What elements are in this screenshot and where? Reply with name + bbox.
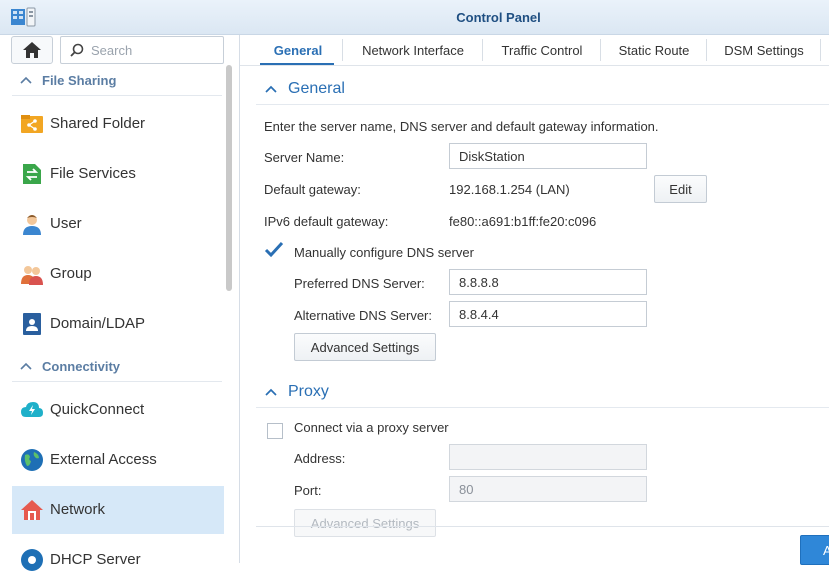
section-file-sharing[interactable]: File Sharing bbox=[12, 65, 222, 96]
sidebar-item-domain-ldap[interactable]: Domain/LDAP bbox=[12, 300, 224, 348]
alternative-dns-field[interactable] bbox=[449, 301, 647, 327]
search-input[interactable] bbox=[91, 41, 216, 59]
sidebar-item-external-access[interactable]: External Access bbox=[12, 436, 224, 484]
sidebar-scrollbar[interactable] bbox=[226, 65, 232, 291]
proxy-advanced-settings-button[interactable]: Advanced Settings bbox=[294, 509, 436, 537]
tab-bar: General Network Interface Traffic Contro… bbox=[240, 35, 829, 66]
home-button[interactable] bbox=[11, 36, 53, 64]
tab-static-route[interactable]: Static Route bbox=[602, 35, 706, 65]
chevron-up-icon bbox=[265, 85, 277, 93]
manual-dns-checkbox[interactable] bbox=[264, 241, 284, 259]
tab-divider bbox=[820, 39, 821, 61]
footer-divider bbox=[256, 526, 829, 527]
sidebar-item-shared-folder[interactable]: Shared Folder bbox=[12, 100, 224, 148]
sidebar-item-label: External Access bbox=[50, 451, 157, 468]
alternative-dns-label: Alternative DNS Server: bbox=[294, 308, 432, 323]
general-section-header[interactable]: General bbox=[256, 72, 829, 105]
default-gateway-value: 192.168.1.254 (LAN) bbox=[449, 182, 570, 197]
sidebar-item-user[interactable]: User bbox=[12, 200, 224, 248]
server-name-label: Server Name: bbox=[264, 150, 345, 165]
window-title: Control Panel bbox=[456, 10, 541, 25]
chevron-up-icon bbox=[20, 76, 32, 84]
preferred-dns-label: Preferred DNS Server: bbox=[294, 276, 425, 291]
tab-divider bbox=[600, 39, 601, 61]
ipv6-gateway-value: fe80::a691:b1ff:fe20:c096 bbox=[449, 214, 597, 229]
section-title: General bbox=[288, 80, 345, 97]
sidebar-item-network[interactable]: Network bbox=[12, 486, 224, 534]
proxy-address-label: Address: bbox=[294, 451, 346, 466]
proxy-address-field[interactable] bbox=[449, 444, 647, 470]
edit-gateway-button[interactable]: Edit bbox=[654, 175, 707, 203]
active-tab-indicator bbox=[260, 63, 334, 65]
tab-divider bbox=[482, 39, 483, 61]
tab-dsm-settings[interactable]: DSM Settings bbox=[708, 35, 820, 65]
tab-divider bbox=[342, 39, 343, 61]
tab-divider bbox=[706, 39, 707, 61]
chevron-up-icon bbox=[20, 362, 32, 370]
tab-general[interactable]: General bbox=[256, 35, 340, 65]
sidebar-item-file-services[interactable]: File Services bbox=[12, 150, 224, 198]
proxy-port-label: Port: bbox=[294, 483, 322, 498]
proxy-port-field[interactable] bbox=[449, 476, 647, 502]
external-access-icon bbox=[21, 449, 43, 471]
apply-button[interactable]: A bbox=[800, 535, 829, 565]
ipv6-gateway-label: IPv6 default gateway: bbox=[264, 214, 389, 229]
settings-content: General Enter the server name, DNS serve… bbox=[256, 66, 829, 556]
manual-dns-label: Manually configure DNS server bbox=[294, 245, 474, 260]
proxy-checkbox[interactable] bbox=[267, 423, 283, 439]
sidebar-item-label: Network bbox=[50, 501, 106, 518]
file-services-icon bbox=[23, 164, 41, 184]
network-icon bbox=[21, 500, 43, 520]
sidebar-item-label: DHCP Server bbox=[50, 551, 141, 568]
preferred-dns-field[interactable] bbox=[449, 269, 647, 295]
sidebar-item-label: File Services bbox=[50, 165, 136, 182]
proxy-section-header[interactable]: Proxy bbox=[256, 375, 829, 408]
section-label: File Sharing bbox=[42, 73, 117, 88]
sidebar-item-dhcp-server[interactable]: DHCP Server bbox=[12, 536, 224, 584]
section-title: Proxy bbox=[288, 383, 329, 400]
search-icon bbox=[70, 43, 84, 57]
proxy-connect-label: Connect via a proxy server bbox=[294, 420, 449, 435]
domain-ldap-icon bbox=[23, 313, 41, 335]
sidebar-item-label: Domain/LDAP bbox=[50, 315, 146, 332]
sidebar-item-label: User bbox=[50, 215, 82, 232]
tab-traffic-control[interactable]: Traffic Control bbox=[484, 35, 600, 65]
server-name-field[interactable] bbox=[449, 143, 647, 169]
user-icon bbox=[23, 215, 41, 235]
sidebar-item-label: Group bbox=[50, 265, 92, 282]
sidebar-item-group[interactable]: Group bbox=[12, 250, 224, 298]
general-description: Enter the server name, DNS server and de… bbox=[264, 119, 659, 134]
search-box[interactable] bbox=[60, 36, 224, 64]
tab-network-interface[interactable]: Network Interface bbox=[344, 35, 482, 65]
chevron-up-icon bbox=[265, 388, 277, 396]
home-icon bbox=[23, 42, 41, 58]
shared-folder-icon bbox=[21, 115, 43, 133]
dns-advanced-settings-button[interactable]: Advanced Settings bbox=[294, 333, 436, 361]
section-label: Connectivity bbox=[42, 359, 121, 374]
sidebar: File Sharing Shared Folder File Services… bbox=[0, 35, 240, 571]
sidebar-item-quickconnect[interactable]: QuickConnect bbox=[12, 386, 224, 434]
sidebar-item-label: Shared Folder bbox=[50, 115, 146, 132]
main-panel: General Network Interface Traffic Contro… bbox=[240, 35, 829, 565]
sidebar-item-label: QuickConnect bbox=[50, 401, 145, 418]
quickconnect-icon bbox=[21, 402, 43, 417]
dhcp-server-icon bbox=[21, 549, 43, 571]
title-bar: Control Panel bbox=[0, 0, 829, 35]
section-connectivity[interactable]: Connectivity bbox=[12, 351, 222, 382]
default-gateway-label: Default gateway: bbox=[264, 182, 361, 197]
group-icon bbox=[21, 266, 43, 285]
